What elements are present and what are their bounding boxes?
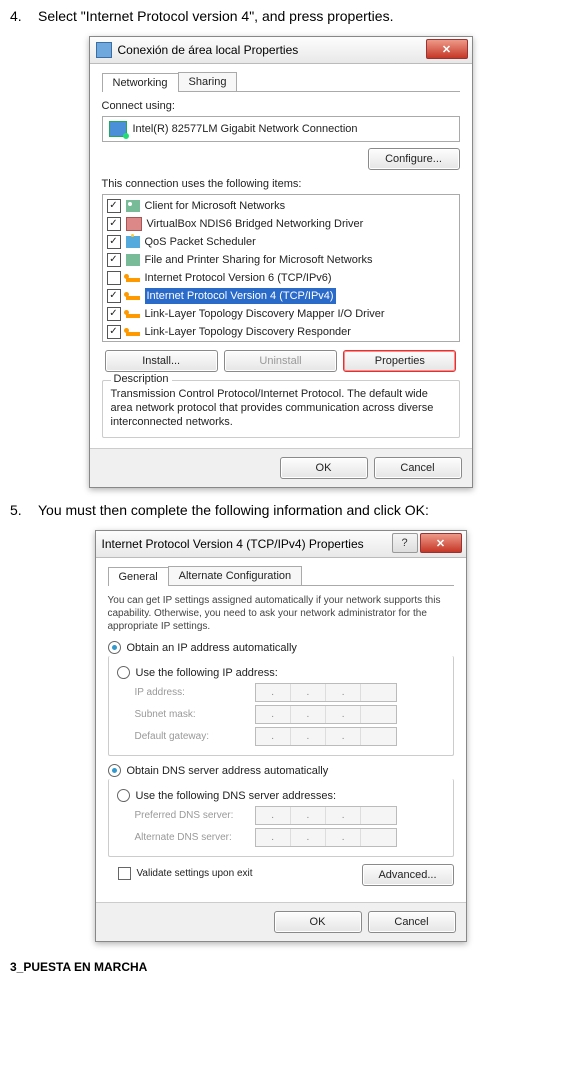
page-footer: 3_PUESTA EN MARCHA [10,960,551,974]
connection-properties-dialog: Conexión de área local Properties ✕ Netw… [89,36,473,488]
item-label: Link-Layer Topology Discovery Responder [145,324,351,340]
checkbox-icon[interactable] [107,271,121,285]
proto-icon [126,296,140,300]
step-4: 4. Select "Internet Protocol version 4",… [10,8,551,24]
item-label: File and Printer Sharing for Microsoft N… [145,252,373,268]
qos-icon [126,236,140,248]
radio-obtain-ip-auto[interactable]: Obtain an IP address automatically [108,641,454,654]
subnet-mask-row: Subnet mask:... [135,705,445,724]
properties-button[interactable]: Properties [343,350,456,372]
tab-networking[interactable]: Networking [102,73,179,92]
radio-icon [108,764,121,777]
configure-button[interactable]: Configure... [368,148,460,170]
proto-icon [126,314,140,318]
gateway-input[interactable]: ... [255,727,397,746]
list-item[interactable]: ✓ QoS Packet Scheduler [103,233,459,251]
checkbox-icon[interactable]: ✓ [107,235,121,249]
tab-sharing[interactable]: Sharing [178,72,238,91]
uninstall-button: Uninstall [224,350,337,372]
adapter-icon [109,121,127,137]
ipv4-properties-dialog: Internet Protocol Version 4 (TCP/IPv4) P… [95,530,467,942]
window-title: Internet Protocol Version 4 (TCP/IPv4) P… [102,537,364,551]
radio-icon [117,666,130,679]
ok-button[interactable]: OK [274,911,362,933]
adapter-name: Intel(R) 82577LM Gigabit Network Connect… [133,123,358,135]
tab-alternate[interactable]: Alternate Configuration [168,566,303,585]
close-icon: ✕ [442,43,451,56]
ip-address-row: IP address:... [135,683,445,702]
advanced-button[interactable]: Advanced... [362,864,454,886]
list-item[interactable]: ✓ Client for Microsoft Networks [103,197,459,215]
description-group: Description Transmission Control Protoco… [102,380,460,438]
items-label: This connection uses the following items… [102,178,460,190]
gateway-row: Default gateway:... [135,727,445,746]
vbox-icon [126,217,142,231]
item-label: Link-Layer Topology Discovery Mapper I/O… [145,306,385,322]
close-button[interactable]: ✕ [426,39,468,59]
checkbox-icon[interactable]: ✓ [107,217,121,231]
tab-strip: General Alternate Configuration [108,566,454,586]
item-label: QoS Packet Scheduler [145,234,256,250]
tab-general[interactable]: General [108,567,169,586]
checkbox-icon[interactable]: ✓ [107,199,121,213]
checkbox-icon[interactable]: ✓ [107,325,121,339]
item-label: Client for Microsoft Networks [145,198,286,214]
dialog-footer: OK Cancel [96,902,466,941]
titlebar: Conexión de área local Properties ✕ [90,37,472,64]
preferred-dns-row: Preferred DNS server:... [135,806,445,825]
share-icon [126,254,140,266]
step-text: Select "Internet Protocol version 4", an… [38,8,551,24]
client-icon [126,200,140,212]
preferred-dns-input[interactable]: ... [255,806,397,825]
intro-text: You can get IP settings assigned automat… [108,594,454,633]
checkbox-icon[interactable]: ✓ [107,289,121,303]
radio-use-dns[interactable]: Use the following DNS server addresses: [117,789,445,802]
list-item[interactable]: Internet Protocol Version 6 (TCP/IPv6) [103,269,459,287]
item-label: Internet Protocol Version 4 (TCP/IPv4) [145,288,336,304]
dialog-footer: OK Cancel [90,448,472,487]
description-text: Transmission Control Protocol/Internet P… [111,387,451,429]
step-number: 4. [10,8,38,24]
alternate-dns-row: Alternate DNS server:... [135,828,445,847]
adapter-box[interactable]: Intel(R) 82577LM Gigabit Network Connect… [102,116,460,142]
cancel-button[interactable]: Cancel [368,911,456,933]
radio-icon [108,641,121,654]
proto-icon [126,278,140,282]
step-number: 5. [10,502,38,518]
help-icon: ? [401,537,407,549]
list-item[interactable]: ✓ Link-Layer Topology Discovery Mapper I/… [103,305,459,323]
items-list[interactable]: ✓ Client for Microsoft Networks ✓ VirtualBo… [102,194,460,342]
radio-icon [117,789,130,802]
checkbox-icon[interactable]: ✓ [107,253,121,267]
subnet-mask-input[interactable]: ... [255,705,397,724]
titlebar: Internet Protocol Version 4 (TCP/IPv4) P… [96,531,466,558]
list-item[interactable]: ✓ VirtualBox NDIS6 Bridged Networking Dri… [103,215,459,233]
radio-use-ip[interactable]: Use the following IP address: [117,666,445,679]
list-item[interactable]: ✓ File and Printer Sharing for Microsoft … [103,251,459,269]
radio-obtain-dns-auto[interactable]: Obtain DNS server address automatically [108,764,454,777]
alternate-dns-input[interactable]: ... [255,828,397,847]
window-icon [96,42,112,58]
window-title: Conexión de área local Properties [118,43,299,57]
item-label: Internet Protocol Version 6 (TCP/IPv6) [145,270,332,286]
ip-address-input[interactable]: ... [255,683,397,702]
connect-using-label: Connect using: [102,100,460,112]
install-button[interactable]: Install... [105,350,218,372]
list-item[interactable]: ✓ Link-Layer Topology Discovery Responder [103,323,459,341]
step-text: You must then complete the following inf… [38,502,551,518]
tab-strip: Networking Sharing [102,72,460,92]
description-label: Description [111,373,172,385]
checkbox-icon [118,867,131,880]
list-item[interactable]: ✓ Internet Protocol Version 4 (TCP/IPv4) [103,287,459,305]
item-label: VirtualBox NDIS6 Bridged Networking Driv… [147,216,364,232]
proto-icon [126,332,140,336]
checkbox-icon[interactable]: ✓ [107,307,121,321]
ok-button[interactable]: OK [280,457,368,479]
cancel-button[interactable]: Cancel [374,457,462,479]
step-5: 5. You must then complete the following … [10,502,551,518]
close-button[interactable]: ✕ [420,533,462,553]
close-icon: ✕ [436,537,445,550]
help-button[interactable]: ? [392,533,418,553]
